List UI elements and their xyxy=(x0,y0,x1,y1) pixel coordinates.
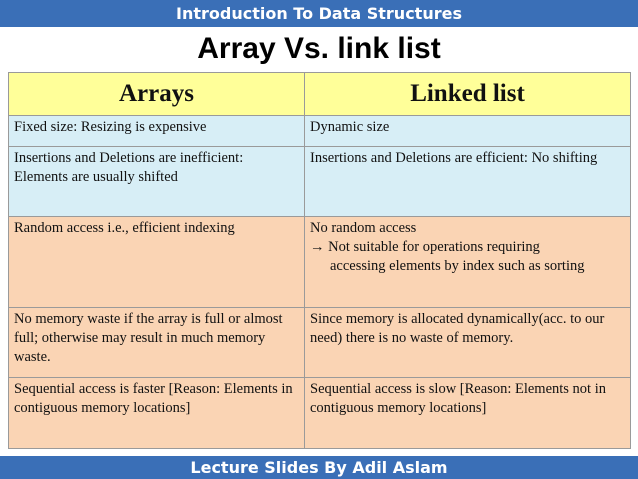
table-row: No memory waste if the array is full or … xyxy=(8,307,631,378)
arrays-cell: Random access i.e., efficient indexing xyxy=(8,216,305,308)
table-row: Insertions and Deletions are inefficient… xyxy=(8,146,631,217)
table-row: Sequential access is faster [Reason: Ele… xyxy=(8,377,631,449)
linked-cell-line: accessing elements by index such as sort… xyxy=(330,258,585,274)
top-banner: Introduction To Data Structures xyxy=(0,0,638,27)
comparison-table: Arrays Linked list Fixed size: Resizing … xyxy=(8,72,631,449)
arrays-cell: Sequential access is faster [Reason: Ele… xyxy=(8,377,305,449)
table-row: Random access i.e., efficient indexing N… xyxy=(8,216,631,308)
linked-cell: Dynamic size xyxy=(304,115,631,147)
linked-cell: Insertions and Deletions are efficient: … xyxy=(304,146,631,217)
linked-cell-line: → Not suitable for operations requiring xyxy=(310,239,540,255)
linked-cell: Sequential access is slow [Reason: Eleme… xyxy=(304,377,631,449)
linked-cell: No random access → Not suitable for oper… xyxy=(304,216,631,308)
arrays-cell: Fixed size: Resizing is expensive xyxy=(8,115,305,147)
table-row: Fixed size: Resizing is expensive Dynami… xyxy=(8,115,631,147)
linked-cell: Since memory is allocated dynamically(ac… xyxy=(304,307,631,378)
arrays-cell: Insertions and Deletions are inefficient… xyxy=(8,146,305,217)
bottom-banner: Lecture Slides By Adil Aslam xyxy=(0,456,638,479)
header-arrays: Arrays xyxy=(8,72,305,116)
page-title: Array Vs. link list xyxy=(197,32,441,65)
linked-cell-line: No random access xyxy=(310,220,417,236)
arrays-cell: No memory waste if the array is full or … xyxy=(8,307,305,378)
header-linked-list: Linked list xyxy=(304,72,631,116)
table-header-row: Arrays Linked list xyxy=(8,72,631,116)
